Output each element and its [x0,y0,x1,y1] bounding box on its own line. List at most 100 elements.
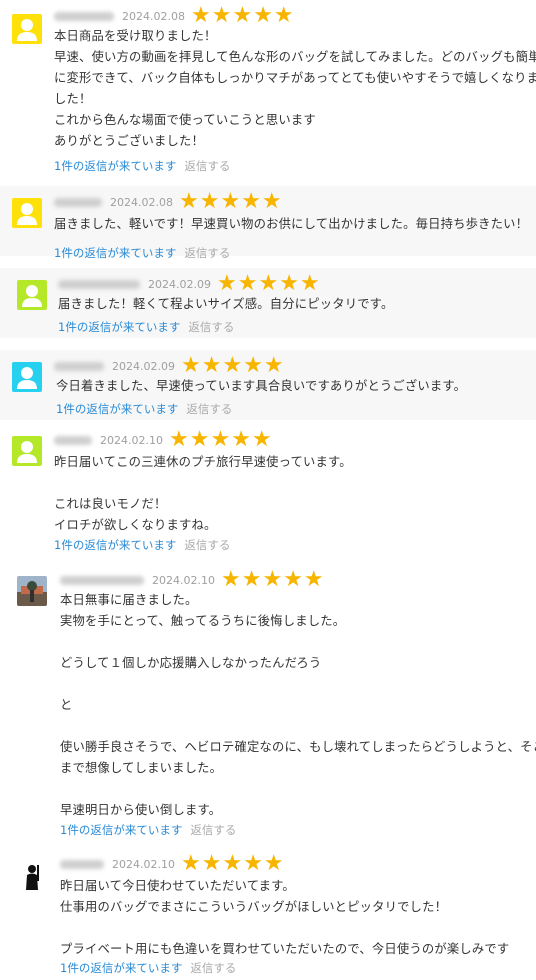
review-header: 2024.02.10 ★ ★ ★ ★ ★ [54,429,273,451]
silhouette-avatar[interactable] [17,862,47,892]
star-icon: ★ [279,271,299,296]
review-body: 届きました！軽くて程よいサイズ感。自分にピッタリです。 [58,294,393,315]
review-date: 2024.02.10 [112,857,175,871]
review-line: 使い勝手良さそうで、ヘビロテ確定なのに、もし壊れてしまったらどうしようと、そこ [60,740,536,754]
green-user-icon[interactable] [17,280,47,310]
star-icon: ★ [253,3,273,28]
yellow-user-icon[interactable] [12,14,42,44]
star-icon: ★ [232,3,253,28]
review-line: 昨日届いて今日使わせていただいてます。 [60,879,295,893]
review-header: 2024.02.10 ★ ★ ★ ★ ★ [60,853,285,875]
review-line [60,716,536,737]
review-actions: 1件の返信が来ています 返信する [60,959,236,977]
reply-count-link[interactable]: 1件の返信が来ています [60,961,182,975]
reviewer-name-blurred[interactable] [60,575,144,585]
review-line: 今日着きました、早速使っています具合良いですありがとうございます。 [56,379,467,393]
reply-count-link[interactable]: 1件の返信が来ています [58,320,180,334]
reply-button[interactable]: 返信する [190,961,236,975]
review-line: 届きました！軽くて程よいサイズ感。自分にピッタリです。 [58,297,394,311]
star-rating: ★ ★ ★ ★ ★ [191,5,295,27]
review-header: 2024.02.09 ★ ★ ★ ★ ★ [58,273,321,295]
review-line [60,779,536,800]
review-date: 2024.02.10 [152,573,215,587]
review-line: イロチが欲しくなりますね。 [54,518,217,532]
review-line: プライベート用にも色違いを買わせていただいたので、今日使うのが楽しみです [60,942,510,956]
reviewer-name-blurred[interactable] [54,197,102,207]
star-icon: ★ [220,189,241,214]
reply-count-link[interactable]: 1件の返信が来ています [54,538,176,552]
star-icon: ★ [241,567,262,592]
star-rating: ★ ★ ★ ★ ★ [179,191,283,213]
review-actions: 1件の返信が来ています 返信する [54,536,230,554]
reviewer-name-blurred[interactable] [54,11,114,21]
review-line: 本日無事に届きました。 [60,593,198,607]
review-line [54,473,352,494]
star-icon: ★ [243,851,263,876]
review-line: これから色んな場面で使っていこうと思います [54,113,316,127]
green-user-icon[interactable] [12,436,42,466]
review-line: ありがとうございました！ [54,134,204,148]
review-date: 2024.02.08 [110,195,173,209]
reply-button[interactable]: 返信する [186,402,232,416]
star-rating: ★ ★ ★ ★ ★ [217,273,321,295]
reply-button[interactable]: 返信する [184,246,230,260]
review-body: 本日商品を受け取りました！ 早速、使い方の動画を拝見して色んな形のバッグを試してみ… [54,26,536,152]
star-icon: ★ [201,851,222,876]
reviewer-name-blurred[interactable] [54,435,92,445]
review-line: まで想像してしまいました。 [60,761,223,775]
star-rating: ★ ★ ★ ★ ★ [181,355,285,377]
star-icon: ★ [190,3,211,28]
review-line: 本日商品を受け取りました！ [54,29,217,43]
review-line: 昨日届いてこの三連休のプチ旅行早速使っています。 [54,455,352,469]
star-rating: ★ ★ ★ ★ ★ [181,853,285,875]
review-header: 2024.02.08 ★ ★ ★ ★ ★ [54,5,295,27]
review-line: 仕事用のバッグでまさにこういうバッグがほしいとピッタリでした！ [60,900,448,914]
review-line: した！ [54,92,92,106]
star-icon: ★ [178,189,199,214]
review-line [60,918,509,939]
review-body: 昨日届いてこの三連休のプチ旅行早速使っています。 これは良いモノだ！ イロチが欲しく… [54,452,352,536]
reply-button[interactable]: 返信する [184,159,230,173]
photo-avatar[interactable] [17,576,47,606]
star-icon: ★ [262,567,283,592]
review-date: 2024.02.10 [100,433,163,447]
reply-count-link[interactable]: 1件の返信が来ています [54,159,176,173]
star-rating: ★ ★ ★ ★ ★ [221,569,325,591]
reviewer-name-blurred[interactable] [54,361,104,371]
reply-button[interactable]: 返信する [184,538,230,552]
yellow-user-icon[interactable] [12,198,42,228]
review-line: 実物を手にとって、触ってるうちに後悔しました。 [60,614,346,628]
star-icon: ★ [231,427,251,452]
review-line [60,674,536,695]
star-icon: ★ [211,3,232,28]
review-date: 2024.02.09 [112,359,175,373]
reply-button[interactable]: 返信する [190,823,236,837]
review-actions: 1件の返信が来ています 返信する [58,318,234,336]
star-icon: ★ [263,851,284,876]
star-icon: ★ [243,353,263,378]
star-icon: ★ [258,271,279,296]
cyan-user-icon[interactable] [12,362,42,392]
reviewer-name-blurred[interactable] [58,279,140,289]
star-icon: ★ [210,427,231,452]
star-rating: ★ ★ ★ ★ ★ [169,429,273,451]
review-body: 本日無事に届きました。 実物を手にとって、触ってるうちに後悔しました。 どうして１個… [60,590,536,821]
star-icon: ★ [189,427,210,452]
review-line: 早速明日から使い倒します。 [60,803,222,817]
review-line: と [60,698,73,712]
star-icon: ★ [222,851,243,876]
review-actions: 1件の返信が来ています 返信する [54,244,230,262]
reply-count-link[interactable]: 1件の返信が来ています [56,402,178,416]
review-body: 届きました、軽いです！早速買い物のお供にして出かけました。毎日持ち歩きたい！ [54,214,528,235]
review-date: 2024.02.09 [148,277,211,291]
review-header: 2024.02.08 ★ ★ ★ ★ ★ [54,191,283,213]
reply-count-link[interactable]: 1件の返信が来ています [60,823,182,837]
star-icon: ★ [251,427,272,452]
star-icon: ★ [199,189,220,214]
reviewer-name-blurred[interactable] [60,859,104,869]
star-icon: ★ [237,271,258,296]
review-line: 届きました、軽いです！早速買い物のお供にして出かけました。毎日持ち歩きたい！ [54,217,529,231]
review-actions: 1件の返信が来ています 返信する [60,821,236,839]
reply-count-link[interactable]: 1件の返信が来ています [54,246,176,260]
reply-button[interactable]: 返信する [188,320,234,334]
